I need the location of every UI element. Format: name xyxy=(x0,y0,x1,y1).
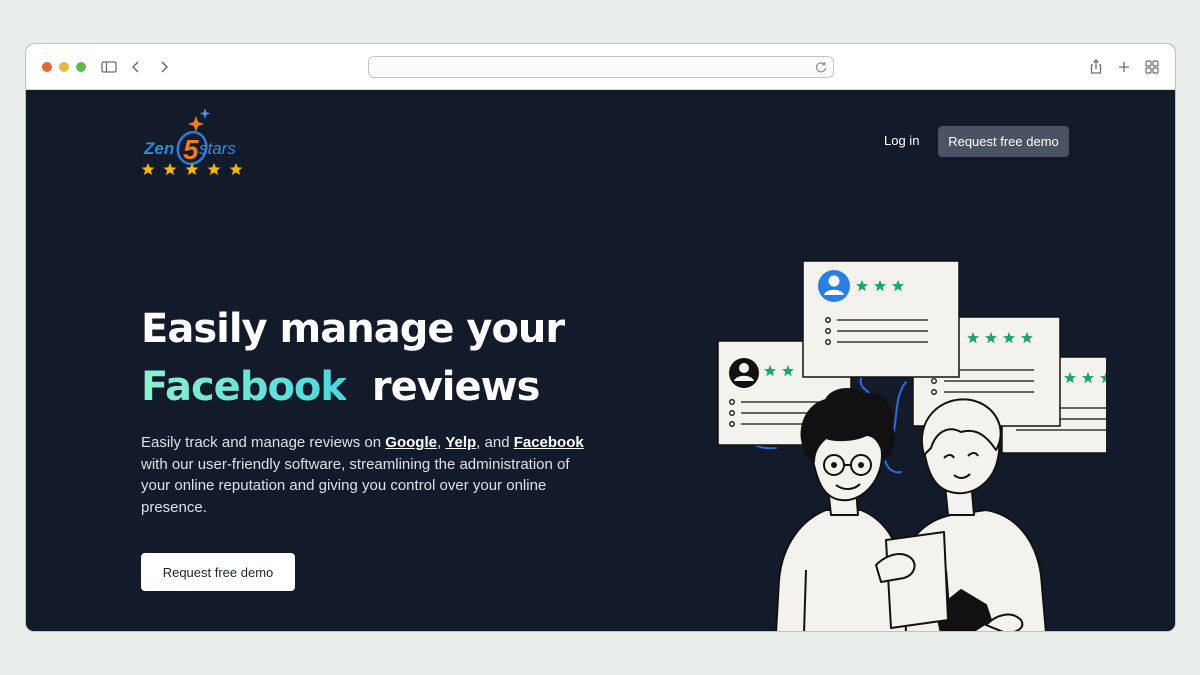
share-icon[interactable] xyxy=(1086,57,1106,77)
landing-page: Zen 5 stars Log in Request free demo Eas… xyxy=(26,90,1175,631)
logo-stars-text: stars xyxy=(199,139,236,158)
new-tab-icon[interactable] xyxy=(1114,57,1134,77)
sidebar-icon[interactable] xyxy=(99,57,119,77)
hero-description: Easily track and manage reviews on Googl… xyxy=(141,432,601,518)
logo-rating-stars-icon xyxy=(141,163,243,175)
reload-icon[interactable] xyxy=(814,60,828,74)
back-icon[interactable] xyxy=(126,57,146,77)
logo-five-text: 5 xyxy=(183,134,199,165)
desc-pre: Easily track and manage reviews on xyxy=(141,434,386,451)
desc-post: with our user-friendly software, streaml… xyxy=(141,455,570,516)
minimize-window-button[interactable] xyxy=(59,62,69,72)
zen5stars-logo[interactable]: Zen 5 stars xyxy=(138,102,248,182)
logo-zen-text: Zen xyxy=(143,139,174,158)
close-window-button[interactable] xyxy=(42,62,52,72)
facebook-link[interactable]: Facebook xyxy=(514,434,584,451)
sparkle-icon xyxy=(188,108,211,132)
browser-toolbar xyxy=(26,44,1175,90)
maximize-window-button[interactable] xyxy=(76,62,86,72)
review-people-illustration xyxy=(717,260,1106,631)
tab-overview-icon[interactable] xyxy=(1142,57,1162,77)
browser-window: Zen 5 stars Log in Request free demo Eas… xyxy=(25,43,1176,632)
hero-title-accent: Facebook xyxy=(141,364,347,410)
hero-request-demo-button[interactable]: Request free demo xyxy=(141,553,295,591)
yelp-link[interactable]: Yelp xyxy=(445,434,476,451)
login-link[interactable]: Log in xyxy=(884,133,919,151)
desc-sep2: , and xyxy=(476,434,514,451)
review-card-top xyxy=(802,260,960,378)
nav-request-demo-button[interactable]: Request free demo xyxy=(938,126,1069,157)
hero-title-end: reviews xyxy=(371,364,541,410)
hero-title: Easily manage your Facebook reviews xyxy=(141,300,661,416)
hero-title-line1: Easily manage your xyxy=(141,306,565,352)
address-bar[interactable] xyxy=(368,56,834,78)
google-link[interactable]: Google xyxy=(385,434,437,451)
forward-icon[interactable] xyxy=(154,57,174,77)
